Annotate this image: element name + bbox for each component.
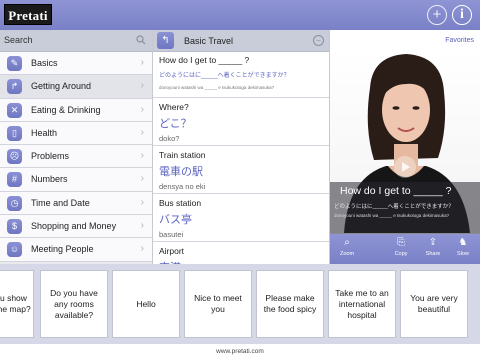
list-item[interactable]: Airport 空港 (153, 242, 329, 264)
zoom-icon: ⌕ (344, 237, 350, 248)
entry-romaji: basutei (159, 230, 184, 239)
search-bar[interactable]: Search (0, 30, 152, 52)
people-icon: ☺ (7, 242, 22, 258)
sidebar-item-basics[interactable]: ✎ Basics › (0, 52, 152, 76)
phrase-english: How do I get to _____ ? (159, 55, 250, 65)
list-item[interactable]: Train station 電車の駅 densya no eki (153, 146, 329, 194)
phrase-romaji: donoyouni watashi wa _____ e tsukukotoga… (159, 85, 275, 90)
list-item[interactable]: Bus station バス亭 basutei (153, 194, 329, 242)
footer-url[interactable]: www.pretati.com (0, 344, 480, 360)
collapse-icon[interactable]: − (313, 35, 324, 46)
sidebar-item-problems[interactable]: ☹ Problems › (0, 145, 152, 169)
bag-icon: $ (7, 219, 22, 235)
slow-button[interactable]: ♞ Slow (448, 236, 478, 262)
brush-icon: ✎ (7, 56, 22, 71)
chevron-right-icon: › (140, 196, 144, 208)
selected-phrase[interactable]: How do I get to _____ ? どのようにはに_____へ着くこ… (153, 52, 329, 98)
zoom-button[interactable]: ⌕ Zoom (332, 236, 362, 262)
phrase-card[interactable]: Can you show me on the map? (0, 270, 34, 338)
pretati-logo: Pretati (4, 4, 52, 25)
entry-japanese: どこ？ (159, 118, 192, 130)
pill-icon: ▯ (7, 125, 22, 141)
sidebar-item-eating-drinking[interactable]: ✕ Eating & Drinking › (0, 98, 152, 122)
phrase-list-title: Basic Travel (184, 36, 234, 46)
chevron-right-icon: › (140, 126, 144, 138)
chevron-right-icon: › (140, 243, 144, 255)
subtitle-japanese: どのようにはに_____へ着くことができますか？ (334, 204, 454, 210)
phrase-card[interactable]: Hello (112, 270, 180, 338)
entry-japanese: 電車の駅 (159, 166, 203, 178)
phrase-card[interactable]: Take me to an international hospital (328, 270, 396, 338)
sidebar-item-label: Problems (31, 151, 70, 162)
favorites-link[interactable]: Favorites (445, 37, 474, 44)
chevron-right-icon: › (140, 57, 144, 68)
phrase-card[interactable]: You are very beautiful (400, 270, 468, 338)
share-label: Share (425, 251, 441, 257)
sidebar-item-label: Shopping and Money (31, 221, 117, 232)
share-icon: ⇪ (428, 237, 438, 248)
category-sidebar: Search ✎ Basics › ↱ Getting Around › ✕ E… (0, 30, 153, 264)
zoom-label: Zoom (339, 251, 355, 257)
sidebar-item-health[interactable]: ▯ Health › (0, 121, 152, 146)
sidebar-item-meeting-people[interactable]: ☺ Meeting People › (0, 238, 152, 262)
slow-label: Slow (457, 251, 469, 257)
search-label: Search (4, 35, 33, 45)
copy-label: Copy (394, 251, 408, 257)
subtitle-overlay: How do I get to _____ ? どのようにはに_____へ着くこ… (330, 182, 480, 234)
play-icon[interactable] (394, 156, 416, 178)
fork-knife-icon: ✕ (7, 102, 22, 118)
clock-icon: ◷ (7, 195, 22, 211)
video-toolbar: ⌕ Zoom ⎘ Copy ⇪ Share ♞ Slow (330, 234, 480, 264)
list-item[interactable]: Where? どこ？ doko? (153, 98, 329, 146)
info-icon[interactable]: i (452, 5, 472, 25)
signpost-icon: ↱ (7, 79, 22, 95)
sidebar-item-getting-around[interactable]: ↱ Getting Around › (0, 75, 152, 99)
sidebar-item-time-date[interactable]: ◷ Time and Date › (0, 191, 152, 216)
entry-romaji: doko? (159, 134, 180, 143)
sad-face-icon: ☹ (7, 149, 22, 165)
slow-icon: ♞ (458, 237, 468, 248)
phrase-card[interactable]: Please make the food spicy (256, 270, 324, 338)
copy-button[interactable]: ⎘ Copy (386, 236, 416, 262)
share-button[interactable]: ⇪ Share (418, 236, 448, 262)
phrase-list-header: ↰ Basic Travel − (153, 30, 329, 52)
sidebar-item-shopping-money[interactable]: $ Shopping and Money › (0, 215, 152, 239)
entry-english: Bus station (159, 198, 202, 208)
sidebar-item-label: Basics (31, 58, 58, 68)
phrase-card[interactable]: Do you have any rooms available? (40, 270, 108, 338)
sidebar-item-numbers[interactable]: # Numbers › (0, 168, 152, 192)
entry-english: Train station (159, 150, 206, 160)
chevron-right-icon: › (140, 103, 144, 115)
entry-japanese: バス亭 (159, 214, 192, 226)
entry-english: Where? (159, 102, 189, 112)
chevron-right-icon: › (140, 80, 144, 92)
entry-english: Airport (159, 246, 185, 256)
phrase-list-panel: ↰ Basic Travel − How do I get to _____ ?… (153, 30, 330, 264)
chevron-right-icon: › (140, 150, 144, 162)
plus-icon[interactable]: + (427, 5, 447, 25)
chevron-right-icon: › (140, 220, 144, 232)
sidebar-item-label: Health (31, 127, 58, 138)
subtitle-english: How do I get to _____ ? (340, 185, 452, 197)
phrase-card[interactable]: Nice to meet you (184, 270, 252, 338)
sidebar-item-label: Numbers (31, 174, 68, 185)
sidebar-item-label: Getting Around (31, 81, 92, 92)
back-arrow-icon[interactable]: ↰ (157, 32, 174, 49)
entry-romaji: densya no eki (159, 182, 206, 191)
sidebar-item-label: Meeting People (31, 244, 94, 255)
video-panel: Favorites How do I get to _____ ? どのようには… (330, 30, 480, 264)
sidebar-item-label: Time and Date (31, 197, 90, 208)
chevron-right-icon: › (140, 173, 144, 185)
copy-icon: ⎘ (397, 237, 405, 248)
top-bar: Pretati + i (0, 0, 480, 30)
sidebar-item-label: Eating & Drinking (31, 104, 101, 115)
numbers-icon: # (7, 172, 22, 188)
subtitle-romaji: donoyouni watashi wa _____ e tsukukotoga… (334, 213, 450, 218)
phrase-japanese: どのようにはに_____へ着くことができますか？ (159, 73, 290, 79)
favorite-phrases-bar: Can you show me on the map? Do you have … (0, 264, 480, 344)
search-icon[interactable] (136, 35, 146, 45)
